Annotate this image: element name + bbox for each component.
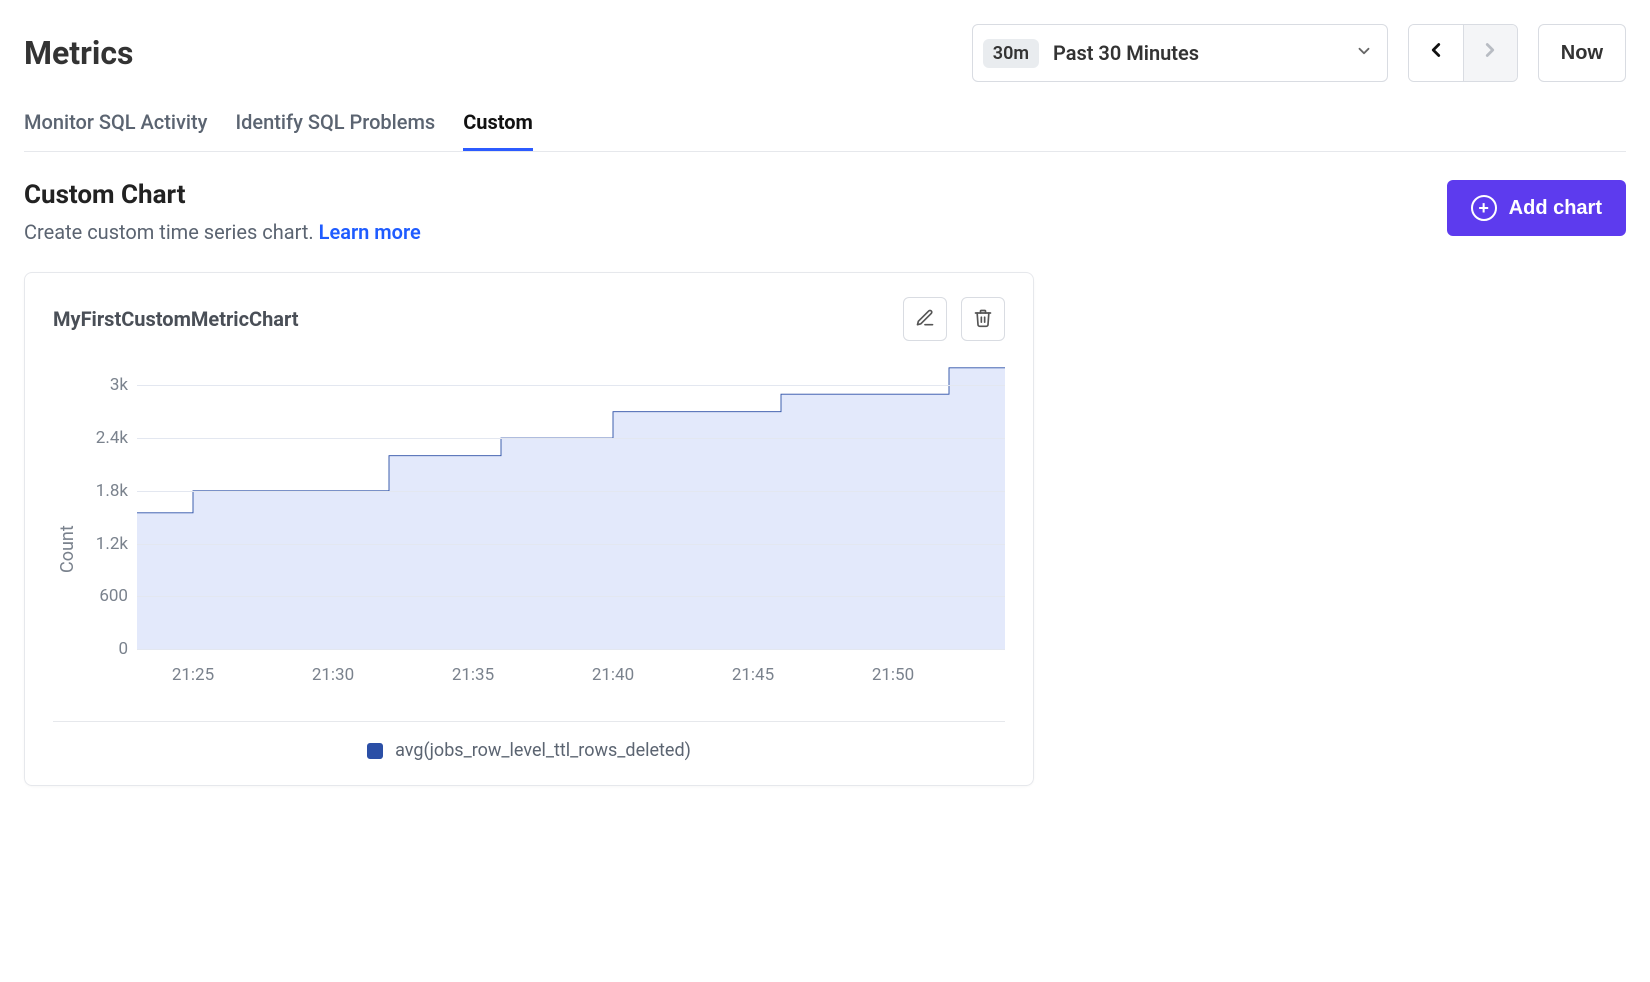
ytick-label: 600: [99, 586, 128, 606]
chart-ylabel: Count: [53, 349, 78, 689]
now-button[interactable]: Now: [1538, 24, 1626, 82]
ytick-label: 3k: [110, 375, 128, 395]
section-title: Custom Chart: [24, 180, 1427, 210]
add-chart-label: Add chart: [1509, 197, 1602, 220]
legend-label: avg(jobs_row_level_ttl_rows_deleted): [395, 740, 691, 761]
xtick-label: 21:30: [312, 665, 354, 685]
chart-card: MyFirstCustomMetricChart Count 0 600 1.2k 1…: [24, 272, 1034, 786]
time-range-badge: 30m: [983, 39, 1039, 68]
ytick-label: 1.8k: [96, 481, 128, 501]
time-nav-group: [1408, 24, 1518, 82]
chevron-down-icon: [1355, 42, 1373, 64]
xtick-label: 21:50: [872, 665, 914, 685]
time-prev-button[interactable]: [1409, 25, 1463, 81]
ytick-label: 0: [118, 639, 128, 659]
edit-chart-button[interactable]: [903, 297, 947, 341]
delete-chart-button[interactable]: [961, 297, 1005, 341]
time-range-label: Past 30 Minutes: [1053, 41, 1341, 65]
ytick-label: 2.4k: [96, 428, 128, 448]
chart-plot: Count 0 600 1.2k 1.8k 2.4k 3k 21:25 21:30 21:35…: [53, 349, 1005, 689]
chevron-left-icon: [1425, 39, 1447, 67]
xtick-label: 21:35: [452, 665, 494, 685]
chart-xticks: 21:25 21:30 21:35 21:40 21:45 21:50: [137, 659, 1005, 689]
section-description-text: Create custom time series chart.: [24, 220, 319, 244]
divider: [53, 721, 1005, 722]
section-description: Create custom time series chart. Learn m…: [24, 220, 1427, 244]
tab-identify-sql-problems[interactable]: Identify SQL Problems: [235, 110, 435, 151]
add-chart-button[interactable]: + Add chart: [1447, 180, 1626, 236]
chart-title: MyFirstCustomMetricChart: [53, 307, 889, 331]
time-range-picker[interactable]: 30m Past 30 Minutes: [972, 24, 1388, 82]
page-title: Metrics: [24, 34, 133, 72]
legend-swatch: [367, 743, 383, 759]
tab-custom[interactable]: Custom: [463, 110, 533, 151]
xtick-label: 21:40: [592, 665, 634, 685]
tabs: Monitor SQL Activity Identify SQL Proble…: [24, 110, 1626, 152]
learn-more-link[interactable]: Learn more: [319, 220, 421, 244]
trash-icon: [973, 308, 993, 331]
ytick-label: 1.2k: [96, 534, 128, 554]
plus-circle-icon: +: [1471, 195, 1497, 221]
pencil-icon: [915, 308, 935, 331]
chart-legend: avg(jobs_row_level_ttl_rows_deleted): [53, 740, 1005, 761]
chart-yticks: 0 600 1.2k 1.8k 2.4k 3k: [78, 349, 136, 689]
tab-monitor-sql-activity[interactable]: Monitor SQL Activity: [24, 110, 207, 151]
xtick-label: 21:45: [732, 665, 774, 685]
chevron-right-icon: [1479, 39, 1501, 67]
time-next-button: [1463, 25, 1517, 81]
xtick-label: 21:25: [172, 665, 214, 685]
